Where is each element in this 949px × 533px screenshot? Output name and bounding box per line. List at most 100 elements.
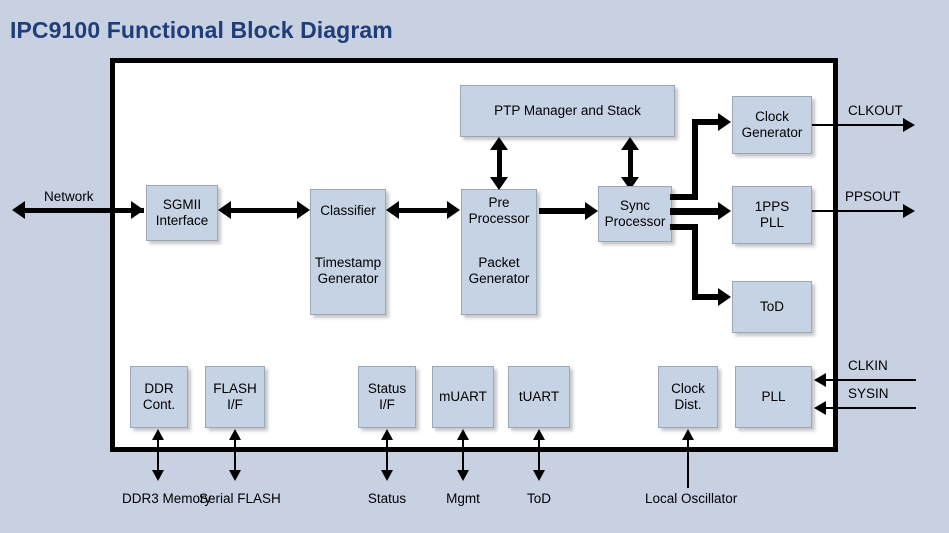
- ptp-preproc-line: [497, 148, 502, 179]
- block-sync-processor[interactable]: Sync Processor: [598, 186, 672, 242]
- block-1pps-pll[interactable]: 1PPS PLL: [732, 186, 812, 244]
- block-tuart[interactable]: tUART: [508, 366, 570, 428]
- block-preproc-line1: Pre: [488, 195, 510, 210]
- block-tod-line1: ToD: [759, 299, 784, 314]
- block-flash-interface[interactable]: FLASH I/F: [205, 366, 265, 428]
- status-arrow-up: [381, 429, 393, 440]
- block-pll-line1: PLL: [761, 389, 786, 404]
- io-label-network: Network: [44, 189, 94, 204]
- ppsout-arrowhead: [903, 204, 915, 218]
- block-status-interface[interactable]: Status I/F: [358, 366, 416, 428]
- clkout-line: [812, 124, 908, 126]
- flash-arrow-down: [229, 470, 241, 481]
- network-arrowhead-left: [12, 201, 25, 219]
- block-preproc-line4: Generator: [468, 271, 530, 286]
- block-clockgen-line1: Clock: [755, 109, 789, 124]
- io-label-ppsout: PPSOUT: [845, 189, 901, 204]
- block-sync-line1: Sync: [619, 198, 650, 213]
- block-preproc-line2: Processor: [468, 211, 530, 226]
- preproc-sync-line: [539, 208, 589, 214]
- classifier-preproc-arrow-left: [386, 201, 399, 219]
- tod-external-line: [538, 440, 540, 472]
- classifier-preproc-arrow-right: [447, 201, 460, 219]
- classifier-preproc-line: [398, 208, 450, 213]
- io-label-status: Status: [367, 491, 407, 506]
- block-classifier-line2: Timestamp: [314, 255, 382, 270]
- block-tuart-line1: tUART: [518, 389, 560, 404]
- block-sgmii-line1: SGMII: [162, 197, 202, 212]
- block-muart[interactable]: mUART: [432, 366, 494, 428]
- block-preproc-line3: Packet: [478, 255, 520, 270]
- io-label-clkout: CLKOUT: [848, 103, 903, 118]
- ptp-sync-arrow-up: [621, 137, 639, 150]
- clkout-arrowhead: [903, 118, 915, 132]
- sync-ppspll-arrowhead: [718, 202, 731, 220]
- io-label-mgmt: Mgmt: [446, 491, 480, 506]
- block-clkdist-line1: Clock: [671, 381, 705, 396]
- tod-arrow-up: [533, 429, 545, 440]
- status-arrow-down: [381, 470, 393, 481]
- block-classifier-line3: Generator: [317, 271, 379, 286]
- block-tod[interactable]: ToD: [732, 281, 812, 333]
- block-ppspll-line2: PLL: [759, 215, 785, 230]
- ptp-preproc-arrow-up: [490, 137, 508, 150]
- preproc-sync-arrowhead: [585, 202, 598, 220]
- block-sgmii-interface[interactable]: SGMII Interface: [146, 185, 218, 241]
- block-flash-line1: FLASH: [213, 381, 257, 396]
- clkin-arrowhead: [814, 373, 826, 387]
- io-label-serial-flash-line1: Serial: [199, 491, 234, 506]
- block-ppspll-line1: 1PPS: [754, 199, 790, 214]
- block-sync-line2: Processor: [604, 214, 666, 229]
- local-osc-line: [687, 440, 689, 488]
- network-line: [24, 208, 144, 213]
- sysin-line: [826, 407, 916, 409]
- block-classifier[interactable]: Classifier Timestamp Generator: [310, 189, 386, 315]
- ddr-arrow-up: [152, 429, 164, 440]
- page-title: IPC9100 Functional Block Diagram: [10, 17, 393, 43]
- sgmii-classifier-line: [230, 208, 300, 213]
- block-classifier-line1: Classifier: [320, 203, 376, 218]
- ddr-arrow-down: [152, 470, 164, 481]
- ppsout-line: [812, 210, 908, 212]
- block-status-if-line2: I/F: [379, 397, 395, 412]
- sync-tod-dropper: [692, 224, 698, 300]
- block-clock-generator[interactable]: Clock Generator: [732, 96, 812, 154]
- sync-clockgen-riser: [692, 119, 698, 200]
- io-label-local-osc-line2: Oscillator: [681, 491, 738, 506]
- block-ddr-line1: DDR: [144, 381, 174, 396]
- local-osc-arrow-up: [682, 429, 694, 440]
- sync-tod-arrowhead: [718, 288, 731, 306]
- block-sgmii-line2: Interface: [155, 213, 209, 228]
- sgmii-classifier-arrow-left: [218, 201, 231, 219]
- io-label-clkin: CLKIN: [848, 358, 888, 373]
- block-ddr-line2: Cont.: [142, 397, 176, 412]
- io-label-sysin: SYSIN: [848, 386, 889, 401]
- block-muart-line1: mUART: [439, 389, 487, 404]
- io-label-serial-flash-line2: FLASH: [237, 491, 281, 506]
- block-pre-processor[interactable]: Pre Processor Packet Generator: [461, 189, 537, 315]
- sync-ppspll-line: [670, 208, 722, 215]
- flash-arrow-up: [229, 429, 241, 440]
- mgmt-external-line: [462, 440, 464, 472]
- io-label-serial-flash: Serial FLASH: [199, 491, 281, 507]
- sync-clockgen-arrowhead: [718, 113, 731, 131]
- block-status-if-line1: Status: [367, 381, 407, 396]
- block-clkdist-line2: Dist.: [674, 397, 702, 412]
- status-external-line: [386, 440, 388, 472]
- network-arrowhead-right: [131, 201, 144, 219]
- ptp-preproc-arrow-down: [490, 177, 508, 190]
- block-ddr-controller[interactable]: DDR Cont.: [130, 366, 188, 428]
- mgmt-arrow-down: [457, 470, 469, 481]
- sysin-arrowhead: [814, 401, 826, 415]
- clkin-line: [826, 379, 916, 381]
- block-clock-dist[interactable]: Clock Dist.: [658, 366, 718, 428]
- io-label-local-oscillator: Local Oscillator: [645, 491, 737, 507]
- io-label-tod: ToD: [526, 491, 551, 506]
- block-pll[interactable]: PLL: [735, 366, 812, 428]
- block-ptp-manager-and-stack[interactable]: PTP Manager and Stack: [460, 85, 675, 137]
- flash-external-line: [234, 440, 236, 472]
- io-label-ddr3-line1: DDR3: [122, 491, 159, 506]
- tod-arrow-down: [533, 470, 545, 481]
- ddr-external-line: [157, 440, 159, 472]
- block-diagram-canvas: IPC9100 Functional Block Diagram Network…: [0, 0, 949, 533]
